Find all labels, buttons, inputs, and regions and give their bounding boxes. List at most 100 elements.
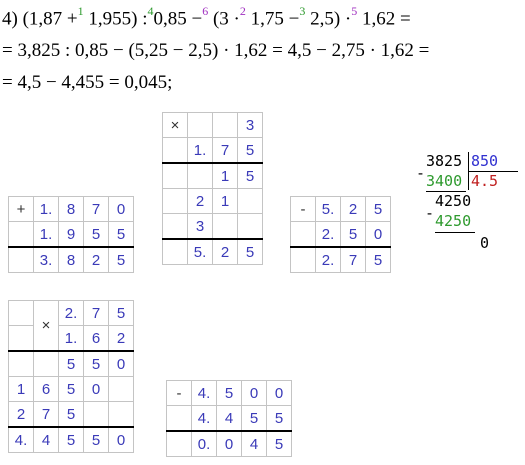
grid-cell: 3 (237, 112, 263, 138)
underline-1 (426, 191, 466, 192)
equation-line-1: 4) (1,87 +1 1,955) :40,85 −6 (3 ·2 1,75 … (2, 4, 411, 30)
grid-cell: 6 (33, 376, 59, 402)
grid-cell: 4. (191, 405, 217, 432)
grid-cell: 5 (83, 350, 109, 377)
grid-cell: 0 (108, 196, 134, 222)
grid-cell: 4. (191, 380, 217, 406)
grid-cell (166, 430, 192, 457)
grid-cell (166, 405, 192, 432)
grid-cell: 8 (58, 246, 84, 273)
times-sign: × (162, 112, 188, 138)
subtraction-grid-2: - 4. 5 0 0 4. 4 5 5 0. 0 4 5 (166, 380, 292, 457)
grid-cell: 0 (241, 380, 267, 406)
grid-cell (8, 300, 34, 326)
grid-cell: 7 (33, 401, 59, 428)
grid-cell: 2. (315, 246, 341, 273)
grid-cell: 5 (108, 300, 134, 326)
plus-sign: + (8, 196, 34, 222)
grid-cell (8, 221, 34, 248)
grid-cell: 1 (212, 162, 238, 189)
grid-cell: 5 (241, 405, 267, 432)
addition-grid: + 1. 8 7 0 1. 9 5 5 3. 8 2 5 (8, 196, 134, 273)
grid-cell (162, 162, 188, 189)
grid-cell: 0 (83, 376, 109, 402)
subtraction-grid-1: - 5. 2 5 2. 5 0 2. 7 5 (290, 196, 391, 273)
grid-cell: 5 (58, 350, 84, 377)
multiplication-grid-1: × 3 1. 7 5 1 5 2 1 3 5. 2 5 (162, 112, 263, 265)
grid-cell: 0. (191, 430, 217, 457)
grid-cell: 5 (237, 137, 263, 164)
grid-cell: 5 (216, 380, 242, 406)
step-order-6: 6 (202, 4, 209, 18)
grid-cell (108, 376, 134, 402)
minus-sign: - (166, 380, 192, 406)
grid-cell: 3. (33, 246, 59, 273)
grid-cell (187, 162, 213, 189)
grid-cell: 5 (365, 246, 391, 273)
grid-cell: 5. (315, 196, 341, 222)
grid-cell: 7 (340, 246, 366, 273)
grid-cell: 5 (108, 246, 134, 273)
grid-cell: 6 (83, 325, 109, 352)
remainder-1: 4250 (435, 192, 472, 210)
grid-cell: 5 (58, 376, 84, 402)
grid-cell: 1. (33, 221, 59, 248)
grid-cell (162, 188, 188, 214)
quotient: 4.5 (471, 172, 499, 190)
step-order-1: 1 (77, 4, 84, 18)
grid-cell: 1. (58, 325, 84, 352)
grid-cell (237, 188, 263, 214)
grid-cell: 5 (237, 162, 263, 189)
grid-cell: 3 (187, 213, 213, 240)
grid-cell: 1. (187, 137, 213, 164)
grid-cell (290, 221, 316, 248)
grid-cell: 2. (315, 221, 341, 248)
grid-cell: 2 (108, 325, 134, 352)
grid-cell: 4 (241, 430, 267, 457)
grid-cell (237, 213, 263, 240)
grid-cell (162, 213, 188, 240)
dividend: 3825 (426, 152, 463, 170)
times-sign: × (33, 300, 59, 352)
grid-cell: 5 (340, 221, 366, 248)
grid-cell: 0 (216, 430, 242, 457)
subtrahend-2: 4250 (435, 212, 472, 230)
grid-cell (8, 325, 34, 352)
grid-cell (8, 246, 34, 273)
grid-cell: 2 (212, 238, 238, 265)
grid-cell: 2. (58, 300, 84, 326)
grid-cell (290, 246, 316, 273)
grid-cell: 0 (266, 380, 292, 406)
remainder-2: 0 (480, 234, 490, 252)
grid-cell: 1 (8, 376, 34, 402)
long-division: 3825 850 - 3400 4.5 4250 - 4250 0 (416, 152, 520, 272)
equation-line-3: = 4,5 − 4,455 = 0,045; (2, 72, 173, 93)
grid-cell: 5 (83, 221, 109, 248)
grid-cell: 5 (83, 426, 109, 453)
grid-cell: 9 (58, 221, 84, 248)
grid-cell: 5 (108, 221, 134, 248)
grid-cell: 5 (365, 196, 391, 222)
grid-cell: 0 (108, 350, 134, 377)
grid-cell: 7 (83, 196, 109, 222)
grid-cell: 0 (365, 221, 391, 248)
grid-cell: 4 (33, 426, 59, 453)
grid-cell: 1. (33, 196, 59, 222)
grid-cell: 4. (8, 426, 34, 453)
grid-cell: 2 (83, 246, 109, 273)
minus-sign: - (425, 204, 435, 222)
grid-cell: 0 (108, 426, 134, 453)
minus-sign: - (290, 196, 316, 222)
step-order-4: 4 (147, 4, 154, 18)
grid-cell (162, 238, 188, 265)
grid-cell: 5 (237, 238, 263, 265)
problem-number: 4) (2, 8, 18, 30)
grid-cell: 5 (266, 430, 292, 457)
equation-line-2: = 3,825 : 0,85 − (5,25 − 2,5) · 1,62 = 4… (2, 40, 430, 61)
grid-cell: 7 (212, 137, 238, 164)
grid-cell: 5 (58, 401, 84, 428)
step-order-3: 3 (299, 4, 306, 18)
grid-cell: 7 (83, 300, 109, 326)
subtrahend-1: 3400 (426, 172, 463, 190)
grid-cell: 8 (58, 196, 84, 222)
